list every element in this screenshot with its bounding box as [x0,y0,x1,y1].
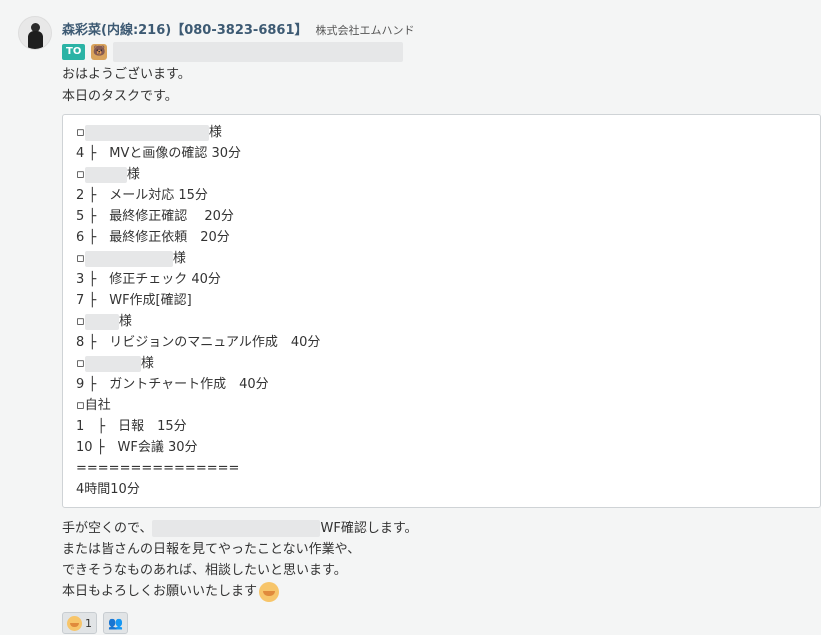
honorific-suffix: 様 [172,251,186,266]
task-line-text: ▫ [76,356,85,371]
redacted-client-name [84,250,173,267]
task-line-text: ▫ [76,251,85,266]
honorific-suffix: 様 [126,167,140,182]
task-line: ▫ 様 [76,164,140,185]
task-line-text: 3 ├ 修正チェック 40分 [76,272,221,287]
task-line: =============== [76,458,239,479]
task-line-text: 9 ├ ガントチャート作成 40分 [76,377,269,392]
task-line-text: 7 ├ WF作成[確認] [76,293,192,308]
recipient-avatar-icon: 🐻 [91,44,108,60]
honorific-suffix: 様 [140,356,154,371]
task-line-text: 1 ├ 日報 15分 [76,419,187,434]
task-line: 4 ├ MVと画像の確認 30分 [76,143,241,164]
bow-emoji-icon [67,615,82,631]
task-line-text: 2 ├ メール対応 15分 [76,188,208,203]
to-row: TO 🐻 [62,42,404,62]
intro-text: 本日のタスクです。 [62,89,178,104]
task-line-text: 5 ├ 最終修正確認 20分 [76,209,234,224]
task-line-text: ▫自社 [76,398,111,413]
user-add-icon: 👥 [108,616,123,630]
avatar-body [28,31,43,49]
redacted-text [152,520,321,537]
message-line: できそうなものあれば、相談したいと思います。 [62,560,347,581]
task-line: 9 ├ ガントチャート作成 40分 [76,374,269,395]
greeting-text: おはようございます。 [62,67,191,82]
sender-name[interactable]: 森彩菜(内線:216)【080-3823-6861】 [62,19,308,38]
task-line-text: ▫ [76,314,85,329]
reactions-bar: 1 👥 [62,612,128,634]
honorific-suffix: 様 [118,314,132,329]
task-line: 5 ├ 最終修正確認 20分 [76,206,234,227]
task-line-text: 6 ├ 最終修正依頼 20分 [76,230,230,245]
task-line-text: ▫ [76,167,85,182]
task-line: 10 ├ WF会議 30分 [76,437,198,458]
task-line: ▫ 様 [76,353,154,374]
message-line: 本日もよろしくお願いいたします [62,581,280,602]
task-line-text: 4時間10分 [76,482,140,497]
message-line-text: または皆さんの日報を見てやったことない作業や、 [62,542,361,557]
task-line-text: =============== [76,461,240,476]
task-line-text: 10 ├ WF会議 30分 [76,440,198,455]
message-line: または皆さんの日報を見てやったことない作業や、 [62,539,360,560]
redacted-client-name [84,313,119,330]
redacted-client-name [84,166,127,183]
avatar[interactable] [18,16,52,50]
task-line: 4時間10分 [76,479,140,500]
bow-emoji-icon [259,581,280,602]
redacted-recipients [113,42,404,62]
task-line-text: 4 ├ MVと画像の確認 30分 [76,146,242,161]
task-line: 8 ├ リビジョンのマニュアル作成 40分 [76,332,320,353]
task-line: 7 ├ WF作成[確認] [76,290,192,311]
task-line: ▫ 様 [76,311,132,332]
to-badge: TO [62,44,86,60]
reaction-count: 1 [85,616,92,630]
task-line: 2 ├ メール対応 15分 [76,185,208,206]
task-line-text: 8 ├ リビジョンのマニュアル作成 40分 [76,335,321,350]
message-line-text: 本日もよろしくお願いいたします [62,584,258,599]
honorific-suffix: 様 [208,125,222,140]
message-line-text: 手が空くので、 [62,521,153,536]
task-line: 6 ├ 最終修正依頼 20分 [76,227,230,248]
task-quote-box: ▫ 様 4 ├ MVと画像の確認 30分 ▫ 様 2 ├ メール対応 15分 5 ├ 最終修… [62,114,821,508]
reaction-bow[interactable]: 1 [62,612,97,634]
task-line: 1 ├ 日報 15分 [76,416,187,437]
task-line-text: ▫ [76,125,85,140]
message-line-text: できそうなものあれば、相談したいと思います。 [62,563,347,578]
add-reaction-button[interactable]: 👥 [103,612,128,634]
task-line: ▫自社 [76,395,111,416]
redacted-client-name [84,124,209,141]
task-line: 3 ├ 修正チェック 40分 [76,269,221,290]
message-header: 森彩菜(内線:216)【080-3823-6861】 株式会社エムハンド [62,19,415,38]
sender-company: 株式会社エムハンド [315,24,415,37]
message-line: 手が空くので、 WF確認します。 [62,518,418,539]
task-line: ▫ 様 [76,122,222,143]
task-line: ▫ 様 [76,248,186,269]
message-line-suffix: WF確認します。 [320,521,418,536]
redacted-client-name [84,355,141,372]
